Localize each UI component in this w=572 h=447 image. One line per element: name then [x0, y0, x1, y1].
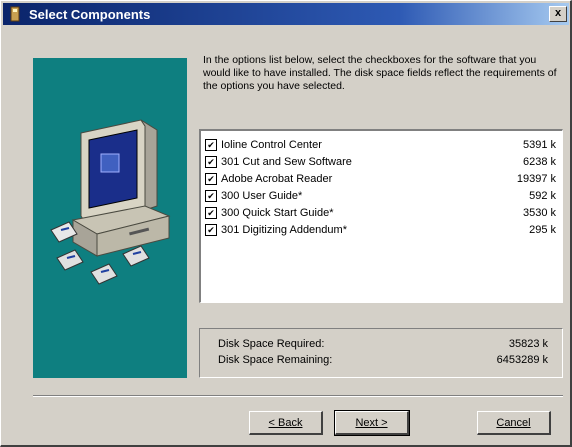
component-label: 301 Cut and Sew Software	[221, 156, 352, 168]
component-label: 300 User Guide*	[221, 190, 303, 202]
component-size: 19397 k	[516, 173, 556, 185]
next-button[interactable]: Next >	[334, 410, 410, 436]
list-item[interactable]: ✔ 301 Cut and Sew Software 6238 k	[205, 154, 556, 170]
component-size: 295 k	[529, 224, 556, 236]
select-components-dialog: Select Components x In the options list …	[0, 0, 572, 447]
component-size: 3530 k	[522, 207, 556, 219]
back-button[interactable]: < Back	[249, 411, 323, 435]
list-item[interactable]: ✔ 300 Quick Start Guide* 3530 k	[205, 205, 556, 221]
title-bar[interactable]: Select Components x	[3, 3, 569, 25]
computer-illustration-panel	[33, 58, 187, 378]
component-checkbox[interactable]: ✔	[205, 224, 217, 236]
disk-remaining-value: 6453289 k	[496, 354, 548, 366]
component-label: 300 Quick Start Guide*	[221, 207, 334, 219]
disk-required-label: Disk Space Required:	[218, 338, 325, 350]
component-checkbox[interactable]: ✔	[205, 190, 217, 202]
component-label: Ioline Control Center	[221, 139, 322, 151]
component-label: Adobe Acrobat Reader	[221, 173, 333, 185]
component-checkbox[interactable]: ✔	[205, 207, 217, 219]
window-title: Select Components	[29, 6, 151, 22]
divider	[33, 395, 563, 397]
installer-icon	[7, 6, 23, 22]
computer-illustration-icon	[50, 119, 171, 285]
component-label: 301 Digitizing Addendum*	[221, 224, 347, 236]
close-button[interactable]: x	[549, 6, 567, 22]
component-checkbox[interactable]: ✔	[205, 139, 217, 151]
instructions-text: In the options list below, select the ch…	[203, 54, 557, 92]
disk-space-panel: Disk Space Required: 35823 k Disk Space …	[199, 328, 563, 378]
list-item[interactable]: ✔ 300 User Guide* 592 k	[205, 188, 556, 204]
disk-required-row: Disk Space Required: 35823 k	[218, 338, 548, 350]
components-list[interactable]: ✔ Ioline Control Center 5391 k ✔ 301 Cut…	[199, 129, 563, 303]
component-size: 592 k	[529, 190, 556, 202]
list-item[interactable]: ✔ Ioline Control Center 5391 k	[205, 137, 556, 153]
component-size: 6238 k	[522, 156, 556, 168]
disk-remaining-label: Disk Space Remaining:	[218, 354, 333, 366]
component-checkbox[interactable]: ✔	[205, 156, 217, 168]
list-item[interactable]: ✔ 301 Digitizing Addendum* 295 k	[205, 222, 556, 238]
component-size: 5391 k	[522, 139, 556, 151]
disk-remaining-row: Disk Space Remaining: 6453289 k	[218, 354, 548, 366]
list-item[interactable]: ✔ Adobe Acrobat Reader 19397 k	[205, 171, 556, 187]
cancel-button[interactable]: Cancel	[477, 411, 551, 435]
disk-required-value: 35823 k	[508, 338, 548, 350]
component-checkbox[interactable]: ✔	[205, 173, 217, 185]
